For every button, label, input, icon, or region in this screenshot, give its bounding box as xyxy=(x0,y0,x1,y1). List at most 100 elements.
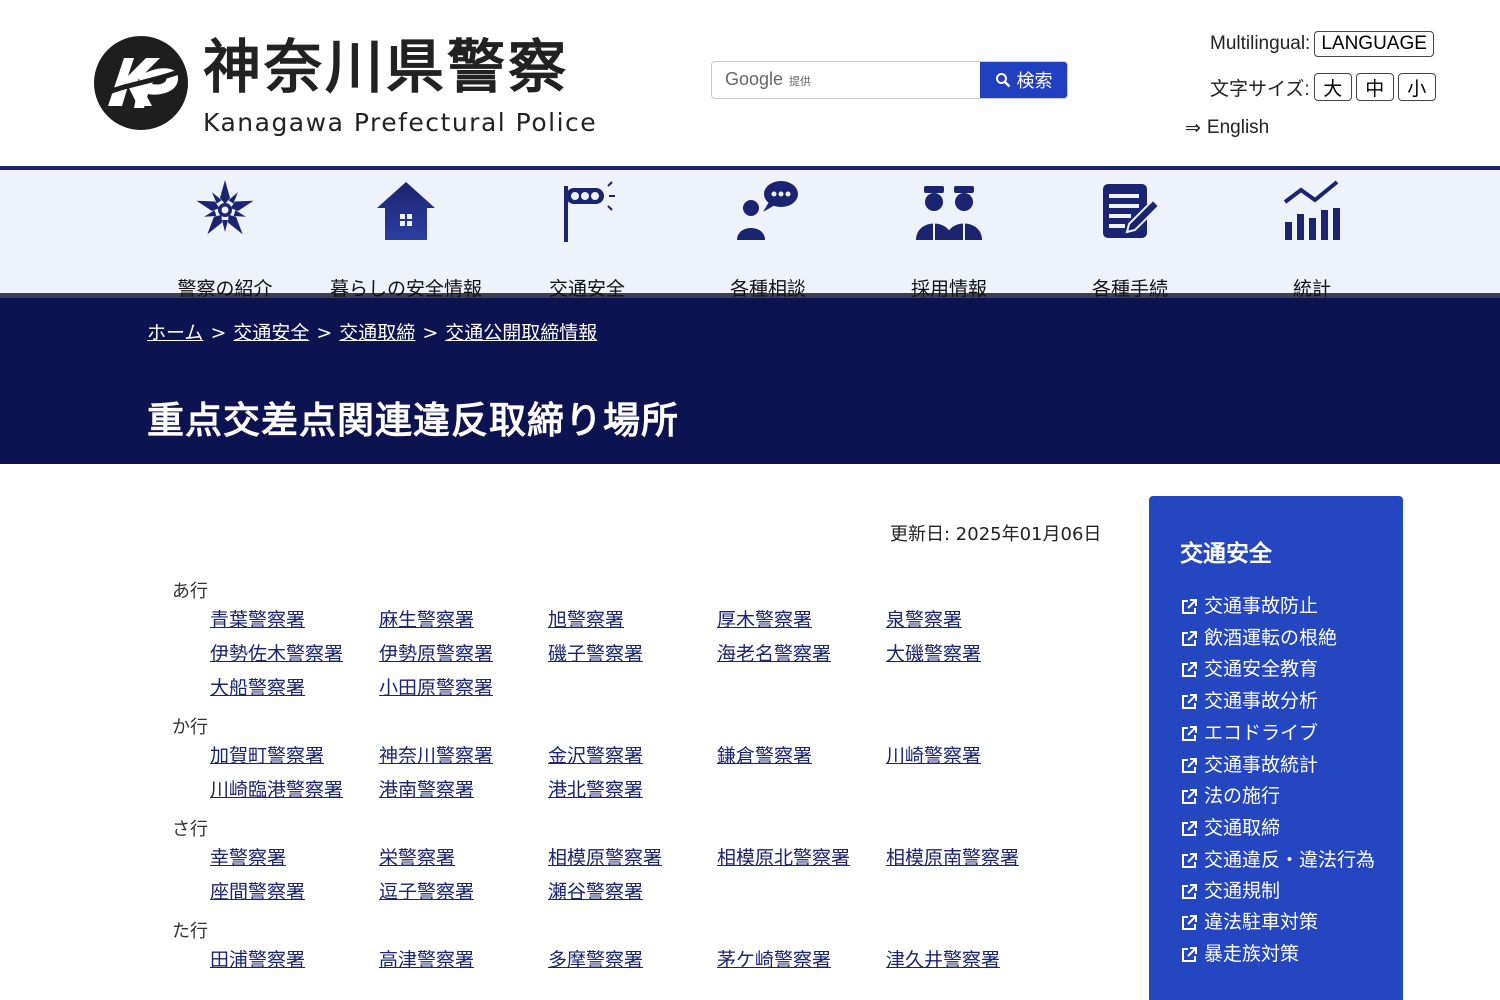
station-link[interactable]: 磯子警察署 xyxy=(548,639,717,673)
search-button[interactable]: 検索 xyxy=(980,62,1067,98)
station-group: さ行 幸警察署 栄警察署 相模原警察署 相模原北警察署 相模原南警察署 座間警察署 逗子警察署… xyxy=(172,815,1092,911)
side-menu-item-label: 交通事故防止 xyxy=(1204,595,1319,617)
station-link[interactable]: 港南警察署 xyxy=(379,775,548,809)
station-link[interactable]: 神奈川警察署 xyxy=(379,741,548,775)
station-link[interactable]: 津久井警察署 xyxy=(886,945,1055,979)
side-menu-item[interactable]: 飲酒運転の根絶 xyxy=(1180,623,1403,655)
nav-item-traffic-safety[interactable]: 交通安全 xyxy=(502,170,672,300)
breadcrumb-public-enforcement-info[interactable]: 交通公開取締情報 xyxy=(445,322,597,344)
nav-label: 警察の紹介 xyxy=(177,278,273,300)
bar-chart-icon xyxy=(1283,180,1340,240)
station-link[interactable]: 港北警察署 xyxy=(548,775,717,809)
side-menu-item-label: 交通安全教育 xyxy=(1204,658,1319,681)
station-link[interactable]: 厚木警察署 xyxy=(717,605,886,639)
nav-item-procedures[interactable]: 各種手続 xyxy=(1045,170,1215,300)
station-link[interactable]: 田浦警察署 xyxy=(210,945,379,979)
station-group-label: か行 xyxy=(172,717,208,738)
language-row: Multilingual: LANGUAGE xyxy=(1210,28,1434,60)
station-link[interactable]: 大船警察署 xyxy=(210,673,379,707)
nav-label: 統計 xyxy=(1292,278,1331,300)
station-group: た行 田浦警察署 高津警察署 多摩警察署 茅ケ崎警察署 津久井警察署 xyxy=(172,917,1092,979)
breadcrumb-traffic-enforcement[interactable]: 交通取締 xyxy=(339,322,415,344)
police-logo[interactable] xyxy=(94,36,188,130)
site-header: 神奈川県警察 Kanagawa Prefectural Police Googl… xyxy=(0,0,1500,166)
nav-item-police-intro[interactable]: 警察の紹介 xyxy=(140,170,310,300)
station-link[interactable]: 幸警察署 xyxy=(210,843,379,877)
side-menu-item[interactable]: 交通事故分析 xyxy=(1180,686,1403,718)
font-size-medium-button[interactable]: 中 xyxy=(1355,73,1394,101)
station-link[interactable]: 金沢警察署 xyxy=(548,741,717,775)
font-size-large-button[interactable]: 大 xyxy=(1313,73,1352,101)
side-menu-item[interactable]: 交通違反・違法行為 xyxy=(1180,848,1403,873)
updated-date: 更新日: 2025年01月06日 xyxy=(890,524,1102,545)
nav-item-recruitment[interactable]: 採用情報 xyxy=(864,170,1034,300)
station-link[interactable]: 小田原警察署 xyxy=(379,673,548,707)
side-menu-item[interactable]: 交通事故防止 xyxy=(1180,591,1403,623)
external-link-icon xyxy=(1182,725,1197,741)
station-link[interactable]: 栄警察署 xyxy=(379,843,548,877)
station-link[interactable]: 座間警察署 xyxy=(210,877,379,911)
side-menu-item[interactable]: 法の施行 xyxy=(1180,781,1403,813)
station-link[interactable]: 伊勢原警察署 xyxy=(379,639,548,673)
side-menu-item[interactable]: 違法駐車対策 xyxy=(1180,907,1403,939)
officers-icon xyxy=(916,186,982,240)
station-link[interactable]: 川崎臨港警察署 xyxy=(210,775,379,809)
external-link-icon xyxy=(1182,694,1197,710)
side-menu-item[interactable]: 交通規制 xyxy=(1180,876,1403,908)
breadcrumb-separator: > xyxy=(422,322,439,344)
house-icon xyxy=(377,182,435,240)
police-emblem-icon xyxy=(196,180,254,235)
station-link[interactable]: 海老名警察署 xyxy=(717,639,886,673)
page-header-banner: ホーム > 交通安全 > 交通取締 > 交通公開取締情報 重点交差点関連違反取締り場所 xyxy=(0,298,1500,464)
english-link[interactable]: English xyxy=(1207,117,1269,139)
station-link[interactable]: 茅ケ崎警察署 xyxy=(717,945,886,979)
station-link[interactable]: 青葉警察署 xyxy=(210,605,379,639)
station-list: あ行 青葉警察署 麻生警察署 旭警察署 厚木警察署 泉警察署 伊勢佐木警察署 伊勢原警察署 磯子… xyxy=(172,577,1092,985)
station-link[interactable]: 旭警察署 xyxy=(548,605,717,639)
station-link[interactable]: 相模原南警察署 xyxy=(886,843,1055,877)
page-title: 重点交差点関連違反取締り場所 xyxy=(147,399,679,442)
logo-mark-icon xyxy=(98,58,185,108)
nav-item-safety-info[interactable]: 暮らしの安全情報 xyxy=(321,170,491,300)
station-link[interactable]: 麻生警察署 xyxy=(379,605,548,639)
nav-label: 交通安全 xyxy=(548,278,625,300)
nav-item-statistics[interactable]: 統計 xyxy=(1227,170,1397,300)
station-link[interactable]: 泉警察署 xyxy=(886,605,1055,639)
site-title[interactable]: 神奈川県警察 xyxy=(203,32,569,102)
external-link-icon xyxy=(1182,883,1197,899)
station-link[interactable]: 鎌倉警察署 xyxy=(717,741,886,775)
font-size-small-button[interactable]: 小 xyxy=(1397,73,1436,101)
station-link[interactable]: 多摩警察署 xyxy=(548,945,717,979)
breadcrumb-home[interactable]: ホーム xyxy=(147,322,203,344)
nav-item-consultation[interactable]: 各種相談 xyxy=(683,170,853,300)
external-link-icon xyxy=(1182,915,1197,931)
global-nav: 警察の紹介 暮らしの安全情報 交通安全 各種相談 採用情報 各種手続 統計 xyxy=(0,166,1500,300)
station-link[interactable]: 逗子警察署 xyxy=(379,877,548,911)
arrow-icon: ⇒ xyxy=(1185,117,1201,139)
side-menu-item[interactable]: エコドライブ xyxy=(1180,718,1403,750)
multilingual-label: Multilingual: xyxy=(1210,33,1311,54)
breadcrumb-traffic-safety[interactable]: 交通安全 xyxy=(233,322,309,344)
side-menu-item-label: 違法駐車対策 xyxy=(1204,911,1319,934)
side-menu-item[interactable]: 交通取締 xyxy=(1180,813,1403,845)
breadcrumb: ホーム > 交通安全 > 交通取締 > 交通公開取締情報 xyxy=(147,318,597,345)
search-input[interactable] xyxy=(712,62,982,98)
station-link[interactable]: 瀬谷警察署 xyxy=(548,877,717,911)
station-link[interactable]: 大磯警察署 xyxy=(886,639,1055,673)
station-link[interactable]: 相模原北警察署 xyxy=(717,843,886,877)
external-link-icon xyxy=(1182,789,1197,805)
side-menu-item[interactable]: 暴走族対策 xyxy=(1180,939,1403,971)
side-menu-item-label: 交通規制 xyxy=(1204,879,1281,902)
site-search: Google 提供 検索 xyxy=(711,61,1068,99)
station-link[interactable]: 相模原警察署 xyxy=(548,843,717,877)
station-link[interactable]: 川崎警察署 xyxy=(886,741,1055,775)
side-menu-item[interactable]: 交通安全教育 xyxy=(1180,654,1403,686)
nav-label: 暮らしの安全情報 xyxy=(329,278,482,300)
nav-label: 各種相談 xyxy=(729,278,806,300)
side-menu-item[interactable]: 交通事故統計 xyxy=(1180,750,1403,782)
station-link[interactable]: 伊勢佐木警察署 xyxy=(210,639,379,673)
station-link[interactable]: 高津警察署 xyxy=(379,945,548,979)
language-button[interactable]: LANGUAGE xyxy=(1314,31,1434,57)
station-grid: 田浦警察署 高津警察署 多摩警察署 茅ケ崎警察署 津久井警察署 xyxy=(210,945,1092,979)
station-link[interactable]: 加賀町警察署 xyxy=(210,741,379,775)
